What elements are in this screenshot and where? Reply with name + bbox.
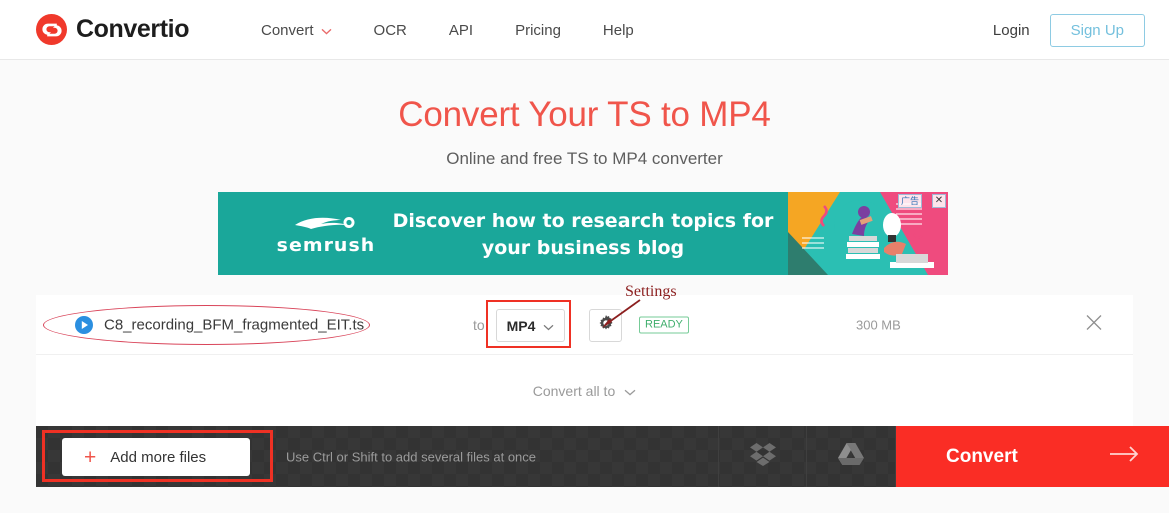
nav-item-label: OCR: [373, 21, 407, 39]
file-name-label: C8_recording_BFM_fragmented_EIT.ts: [104, 316, 365, 333]
hero-section: Convert Your TS to MP4 Online and free T…: [0, 60, 1169, 169]
logo[interactable]: Convertio: [36, 14, 189, 45]
site-header: Convertio Convert OCR API Pricing Help L…: [0, 0, 1169, 60]
nav-item-label: Pricing: [515, 21, 561, 39]
multi-select-hint: Use Ctrl or Shift to add several files a…: [286, 449, 537, 464]
ad-headline-line1: Discover how to research topics for: [392, 210, 774, 232]
file-size-label: 300 MB: [856, 317, 901, 332]
chevron-down-icon: [624, 383, 636, 399]
nav-item-ocr[interactable]: OCR: [353, 0, 428, 60]
close-icon[interactable]: ✕: [932, 194, 946, 208]
login-link[interactable]: Login: [993, 22, 1030, 39]
bottom-action-bar: + Add more files Use Ctrl or Shift to ad…: [36, 426, 1169, 487]
main-nav: Convert OCR API Pricing Help: [240, 0, 655, 60]
logo-text: Convertio: [76, 15, 190, 43]
to-label: to: [473, 316, 485, 333]
advertisement-banner[interactable]: semrush Discover how to research topics …: [218, 192, 948, 275]
signup-button[interactable]: Sign Up: [1049, 13, 1145, 47]
convertio-circle-arrows-icon: [36, 14, 67, 45]
auth-actions: Login Sign Up: [993, 0, 1145, 60]
nav-item-label: API: [448, 21, 474, 39]
dropbox-upload-button[interactable]: [718, 426, 807, 487]
woman-reading-lightbulb-illustration: [788, 192, 948, 275]
status-badge: READY: [639, 316, 689, 333]
convert-all-row: Convert all to: [36, 355, 1133, 426]
google-drive-icon: [838, 442, 864, 471]
ad-headline: Discover how to research topics for your…: [388, 208, 778, 262]
nav-item-label: Help: [602, 21, 634, 39]
chevron-down-icon: [321, 22, 332, 39]
dropbox-icon: [749, 442, 776, 471]
add-more-files-button[interactable]: + Add more files: [62, 438, 250, 476]
ad-headline-line2: your business blog: [481, 237, 685, 259]
convert-button-label: Convert: [946, 445, 1018, 467]
nav-item-api[interactable]: API: [428, 0, 494, 60]
chevron-down-icon: [543, 318, 554, 334]
file-row: C8_recording_BFM_fragmented_EIT.ts to MP…: [36, 295, 1133, 355]
convert-all-to-label: Convert all to: [532, 382, 616, 399]
page-subtitle: Online and free TS to MP4 converter: [446, 149, 723, 168]
target-format-select[interactable]: MP4: [496, 309, 565, 342]
convert-button[interactable]: Convert: [896, 426, 1169, 487]
nav-item-label: Convert: [261, 21, 314, 39]
remove-file-button[interactable]: [1085, 313, 1103, 336]
page-title: Convert Your TS to MP4: [398, 95, 771, 134]
add-more-files-label: Add more files: [110, 448, 207, 466]
semrush-wordmark: semrush: [276, 235, 376, 256]
semrush-flame-icon: [291, 213, 361, 235]
nav-item-pricing[interactable]: Pricing: [494, 0, 582, 60]
target-format-value: MP4: [506, 317, 536, 334]
google-drive-upload-button[interactable]: [807, 426, 896, 487]
arrow-right-icon: [1110, 445, 1140, 468]
nav-item-convert[interactable]: Convert: [240, 0, 353, 60]
semrush-logo: semrush: [261, 212, 391, 257]
play-circle-icon[interactable]: [75, 316, 93, 339]
settings-button[interactable]: [589, 309, 622, 342]
convert-all-to-select[interactable]: Convert all to: [533, 383, 636, 399]
gear-icon: [598, 315, 614, 336]
ad-label-badge: 广告: [897, 194, 922, 208]
nav-item-help[interactable]: Help: [582, 0, 655, 60]
plus-icon: +: [84, 445, 97, 469]
